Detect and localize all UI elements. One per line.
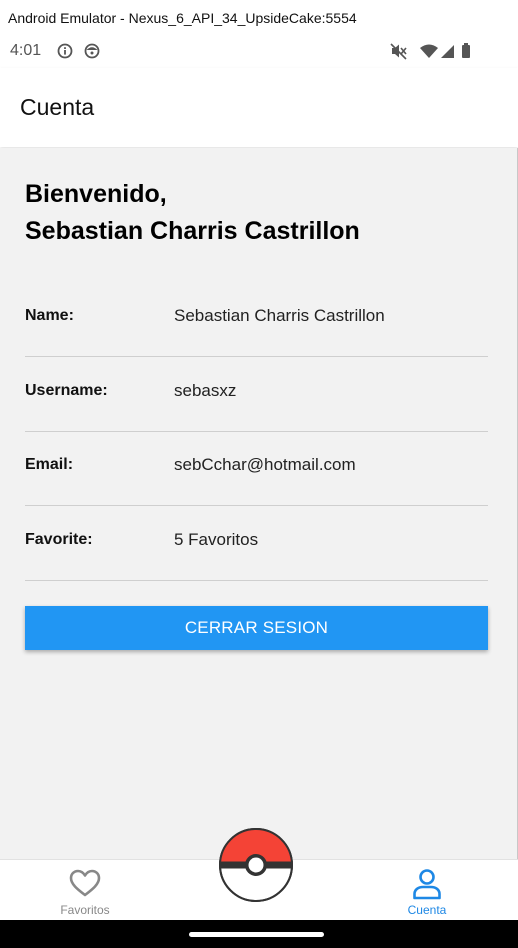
- status-time: 4:01: [10, 42, 42, 59]
- window-title: Android Emulator - Nexus_6_API_34_Upside…: [0, 0, 518, 36]
- email-value: sebCchar@hotmail.com: [174, 455, 356, 474]
- person-icon: [413, 869, 441, 900]
- app-bar: Cuenta: [0, 68, 518, 147]
- wifi-icon: [420, 44, 438, 58]
- home-gesture-handle[interactable]: [189, 932, 324, 937]
- welcome-heading: Bienvenido, Sebastian Charris Castrillon: [25, 176, 360, 250]
- favorite-label: Favorite:: [25, 531, 93, 548]
- battery-icon: [462, 43, 470, 58]
- username-value: sebasxz: [174, 381, 237, 400]
- info-row-username: Username: sebasxz: [25, 357, 488, 432]
- logout-button[interactable]: CERRAR SESION: [25, 606, 488, 650]
- mute-icon: [390, 43, 407, 60]
- signal-icon: [441, 45, 454, 58]
- nav-label-favoritos: Favoritos: [60, 903, 110, 917]
- name-label: Name:: [25, 307, 74, 324]
- info-row-name: Name: Sebastian Charris Castrillon: [25, 282, 488, 357]
- page-title: Cuenta: [20, 94, 95, 120]
- favorite-value: 5 Favoritos: [174, 530, 259, 549]
- email-label: Email:: [25, 456, 74, 473]
- face-icon: [84, 43, 100, 59]
- username-label: Username:: [25, 382, 108, 399]
- gesture-bar: [0, 920, 518, 948]
- account-screen: Bienvenido, Sebastian Charris Castrillon…: [0, 148, 518, 859]
- nav-item-cuenta[interactable]: Cuenta: [367, 860, 487, 921]
- welcome-greeting: Bienvenido,: [25, 180, 167, 208]
- heart-icon: [69, 869, 101, 897]
- nav-item-favoritos[interactable]: Favoritos: [25, 860, 145, 921]
- status-bar: 4:01: [0, 36, 518, 68]
- info-icon: [57, 43, 73, 59]
- nav-label-cuenta: Cuenta: [407, 903, 447, 917]
- pokeball-icon[interactable]: [218, 827, 294, 903]
- name-value: Sebastian Charris Castrillon: [174, 306, 385, 325]
- info-row-email: Email: sebCchar@hotmail.com: [25, 431, 488, 506]
- welcome-user-name: Sebastian Charris Castrillon: [25, 217, 360, 245]
- info-row-favorite: Favorite: 5 Favoritos: [25, 506, 488, 581]
- status-icons-right: [390, 43, 470, 60]
